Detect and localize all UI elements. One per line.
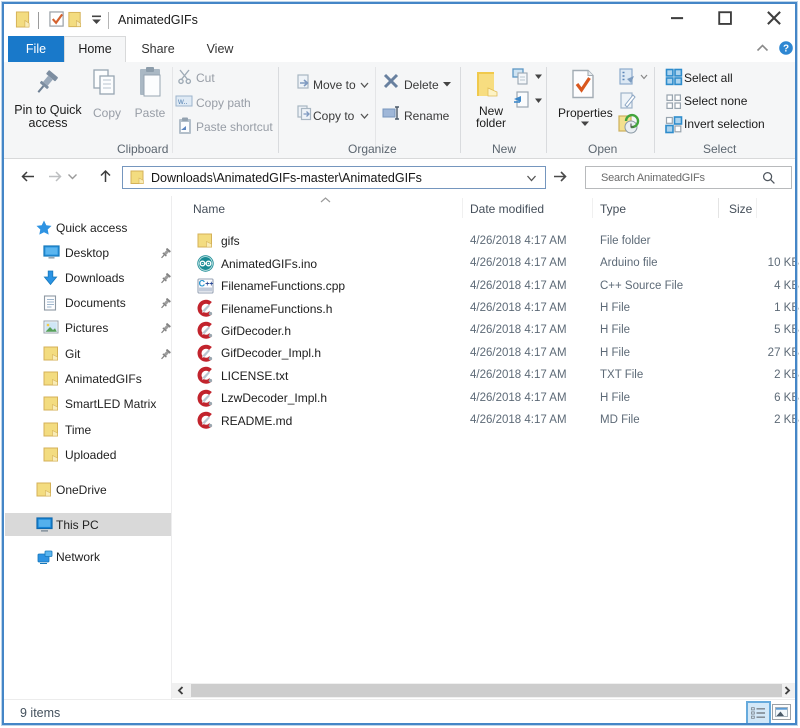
svg-text:w..: w.. (177, 97, 188, 106)
svg-text:?: ? (783, 44, 789, 55)
svg-text:++: ++ (205, 281, 213, 288)
